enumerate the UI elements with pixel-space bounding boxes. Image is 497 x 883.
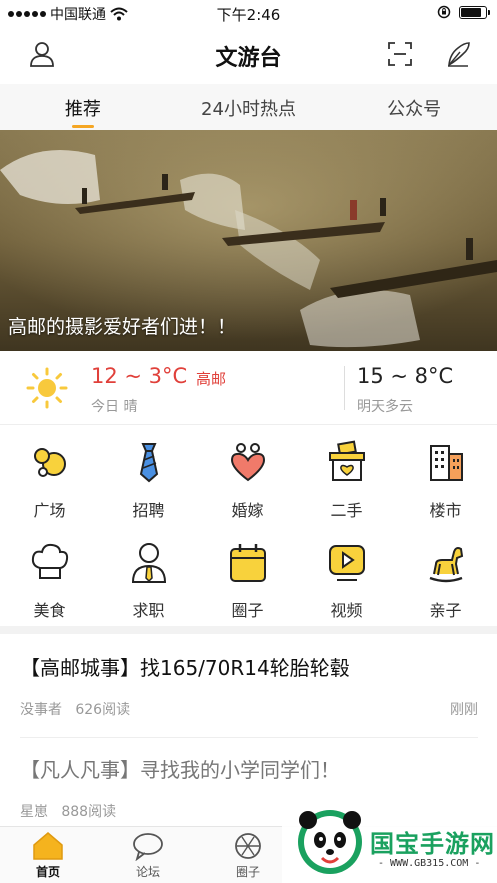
- grid-label: 圈子: [231, 601, 264, 620]
- scan-icon: [388, 42, 412, 66]
- news-time: 刚刚: [450, 702, 478, 718]
- grid-label: 招聘: [132, 501, 165, 520]
- tie-icon: [139, 443, 159, 483]
- banner-caption: 高邮的摄影爱好者们进！！: [8, 316, 237, 338]
- nav-bar: 文游台: [0, 26, 497, 84]
- tabbar-label: 圈子: [235, 865, 260, 879]
- tabbar-forum[interactable]: 论坛: [118, 831, 178, 880]
- compose-button[interactable]: [442, 38, 474, 70]
- status-bar: 中国联通 下午2:46: [0, 0, 497, 26]
- panda-logo-icon: [298, 810, 362, 874]
- tabbar-home[interactable]: 首页: [18, 831, 78, 880]
- tab-label: 24小时热点: [201, 99, 296, 120]
- tomorrow-temperature: 15 ~ 8°C: [357, 364, 454, 388]
- grid-item-video[interactable]: 视频: [297, 526, 396, 626]
- status-right: [437, 5, 490, 19]
- today-temperature: 12 ~ 3°C: [91, 364, 188, 388]
- weather-widget[interactable]: 12 ~ 3°C 高邮 今日 晴 15 ~ 8°C 明天多云: [0, 351, 497, 425]
- building-icon: [430, 445, 463, 481]
- grid-item-recruit[interactable]: 招聘: [99, 426, 198, 526]
- sun-icon: [26, 367, 68, 409]
- aperture-icon: [235, 833, 261, 859]
- grid-label: 楼市: [429, 501, 462, 520]
- home-icon: [33, 832, 63, 860]
- grid-item-realestate[interactable]: 楼市: [396, 426, 495, 526]
- news-item[interactable]: 【高邮城事】找165/70R14轮胎轮毂 没事者 626阅读 刚刚: [20, 652, 478, 718]
- pen-icon: [448, 42, 470, 67]
- worker-icon: [131, 543, 167, 583]
- scan-button[interactable]: [384, 38, 416, 70]
- grid-label: 广场: [33, 501, 66, 520]
- watermark: 国宝手游网 - WWW.GB315.COM -: [282, 796, 497, 883]
- tab-underline: [71, 125, 94, 128]
- tomorrow-description: 明天多云: [357, 399, 413, 415]
- orientation-lock-icon: [437, 5, 451, 19]
- news-reads: 626阅读: [75, 702, 131, 718]
- news-author: 星崽: [20, 804, 48, 820]
- rocking-horse-icon: [429, 547, 464, 583]
- bubbles-icon: [34, 448, 66, 477]
- news-separator: [20, 737, 478, 738]
- today-description: 今日 晴: [91, 399, 138, 415]
- chef-hat-icon: [31, 543, 69, 579]
- grid-item-food[interactable]: 美食: [0, 526, 99, 626]
- news-reads: 888阅读: [61, 804, 117, 820]
- tab-24h-hot[interactable]: 24小时热点: [166, 84, 332, 130]
- watermark-url: - WWW.GB315.COM -: [378, 858, 481, 869]
- heart-person-icon: [230, 443, 266, 482]
- weather-city: 高邮: [196, 370, 227, 388]
- news-author: 没事者: [20, 702, 62, 718]
- grid-label: 二手: [330, 501, 363, 520]
- grid-label: 婚嫁: [231, 501, 264, 520]
- news-title: 【高邮城事】找165/70R14轮胎轮毂: [20, 656, 350, 680]
- grid-label: 视频: [330, 601, 363, 620]
- tabbar-label: 论坛: [135, 865, 160, 879]
- weather-divider: [344, 366, 345, 410]
- watermark-text: 国宝手游网: [370, 830, 495, 858]
- grid-item-jobseek[interactable]: 求职: [99, 526, 198, 626]
- tab-public-accounts[interactable]: 公众号: [331, 84, 497, 130]
- video-play-icon: [329, 545, 365, 581]
- chat-icon: [133, 833, 163, 861]
- tab-recommend[interactable]: 推荐: [0, 84, 166, 130]
- status-time: 下午2:46: [216, 6, 281, 24]
- tab-label: 公众号: [387, 99, 442, 120]
- news-title: 【凡人凡事】寻找我的小学同学们！: [20, 758, 340, 782]
- calendar-icon: [230, 544, 266, 582]
- tabbar-circle[interactable]: 圈子: [218, 831, 278, 880]
- grid-label: 美食: [33, 601, 66, 620]
- top-tabs: 推荐 24小时热点 公众号: [0, 84, 497, 130]
- news-meta: 没事者 626阅读 刚刚: [20, 699, 478, 718]
- grid-label: 求职: [132, 601, 165, 620]
- grid-item-wedding[interactable]: 婚嫁: [198, 426, 297, 526]
- grid-label: 亲子: [429, 601, 462, 620]
- grid-item-secondhand[interactable]: 二手: [297, 426, 396, 526]
- grid-item-circle[interactable]: 圈子: [198, 526, 297, 626]
- section-divider: [0, 626, 497, 634]
- battery-icon: [459, 5, 490, 19]
- grid-item-parenting[interactable]: 亲子: [396, 526, 495, 626]
- basket-icon: [329, 440, 365, 481]
- category-grid: 广场 招聘 婚嫁 二手 楼市 美食 求职 圈子 视频 亲子: [0, 426, 497, 626]
- grid-item-square[interactable]: 广场: [0, 426, 99, 526]
- banner-carousel[interactable]: 高邮的摄影爱好者们进！！: [0, 130, 497, 351]
- tab-label: 推荐: [64, 99, 101, 120]
- page-title: 文游台: [215, 46, 282, 71]
- tabbar-label: 首页: [35, 865, 60, 879]
